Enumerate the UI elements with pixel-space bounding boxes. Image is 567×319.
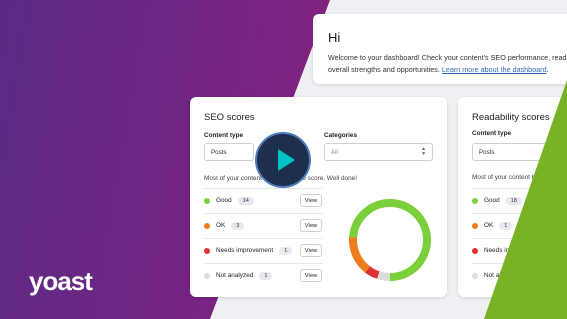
select-chevron-icon: ▴ ▾ [422,146,425,157]
view-needs-improvement-button[interactable]: View [300,244,322,257]
score-label: OK [484,222,494,229]
content-type-value: Posts [211,148,227,156]
yoast-logo: yoast [29,266,93,296]
content-type-label: Content type [204,132,244,139]
score-label: Good [484,197,500,204]
score-label: Needs improvement [216,247,274,254]
view-ok-button[interactable]: View [300,219,322,232]
readability-content-type-value: Posts [479,148,495,156]
welcome-text: Welcome to your dashboard! Check your co… [328,52,567,75]
readability-title: Readability scores [472,112,550,123]
categories-label: Categories [324,132,358,139]
ok-dot-icon [204,222,210,229]
divider [204,213,323,214]
categories-select[interactable]: All ▴ ▾ [324,143,433,161]
score-label: Not ana [484,272,507,279]
view-good-button[interactable]: View [300,194,322,207]
readability-content-type-label: Content type [472,130,512,137]
not-analyzed-dot-icon [204,272,210,279]
seo-score-donut-chart [349,199,431,281]
divider [472,238,567,239]
score-label: OK [216,222,226,229]
play-icon [278,149,295,171]
score-row-ok: OK 3 [204,219,245,232]
welcome-title: Hi [328,30,341,45]
welcome-text-period: . [546,64,549,74]
score-count-badge: 3 [231,221,245,230]
score-label: Good [216,197,232,204]
view-not-analyzed-button[interactable]: View [300,269,322,282]
divider [472,263,567,264]
good-dot-icon [472,197,478,204]
score-count-badge: 1 [259,271,273,280]
readability-row-needs-improvement: Needs im [472,244,511,257]
score-row-needs-improvement: Needs improvement 1 [204,244,293,257]
ok-dot-icon [472,222,478,229]
seo-scores-card: SEO scores Content type Posts Categories… [190,97,447,297]
score-count-badge: 18 [505,196,522,205]
score-row-good: Good 14 [204,194,254,207]
divider [472,213,567,214]
welcome-text-line1: Welcome to your dashboard! Check your co… [328,53,567,62]
score-count-badge: 1 [499,221,513,230]
readability-row-good: Good 18 [472,194,522,207]
divider [204,263,323,264]
learn-more-link[interactable]: Learn more about the dashboard [442,65,547,74]
readability-row-ok: OK 1 [472,219,513,232]
good-dot-icon [204,197,210,204]
not-analyzed-dot-icon [472,272,478,279]
play-video-button[interactable] [255,132,311,188]
categories-value: All [331,148,338,156]
readability-content-type-select[interactable]: Posts [472,143,552,161]
score-row-not-analyzed: Not analyzed 1 [204,269,273,282]
content-type-select[interactable]: Posts [204,143,254,161]
seo-scores-title: SEO scores [204,112,255,123]
welcome-card: Hi Welcome to your dashboard! Check your… [313,14,567,84]
seo-description-left: Most of your content [204,175,262,182]
readability-row-not-analyzed: Not ana [472,269,506,282]
score-label: Needs im [484,247,511,254]
divider [472,188,567,189]
readability-scores-card: Readability scores Content type Posts Mo… [458,97,567,297]
divider [204,188,323,189]
score-label: Not analyzed [216,272,254,279]
welcome-text-line2: overall strengths and opportunities. [328,64,442,74]
score-count-badge: 1 [279,246,293,255]
divider [204,238,323,239]
needs-improvement-dot-icon [204,247,210,254]
score-count-badge: 14 [237,196,254,205]
seo-description-right: O score. Well done! [301,175,358,182]
readability-description: Most of your content h [472,174,536,181]
needs-improvement-dot-icon [472,247,478,254]
